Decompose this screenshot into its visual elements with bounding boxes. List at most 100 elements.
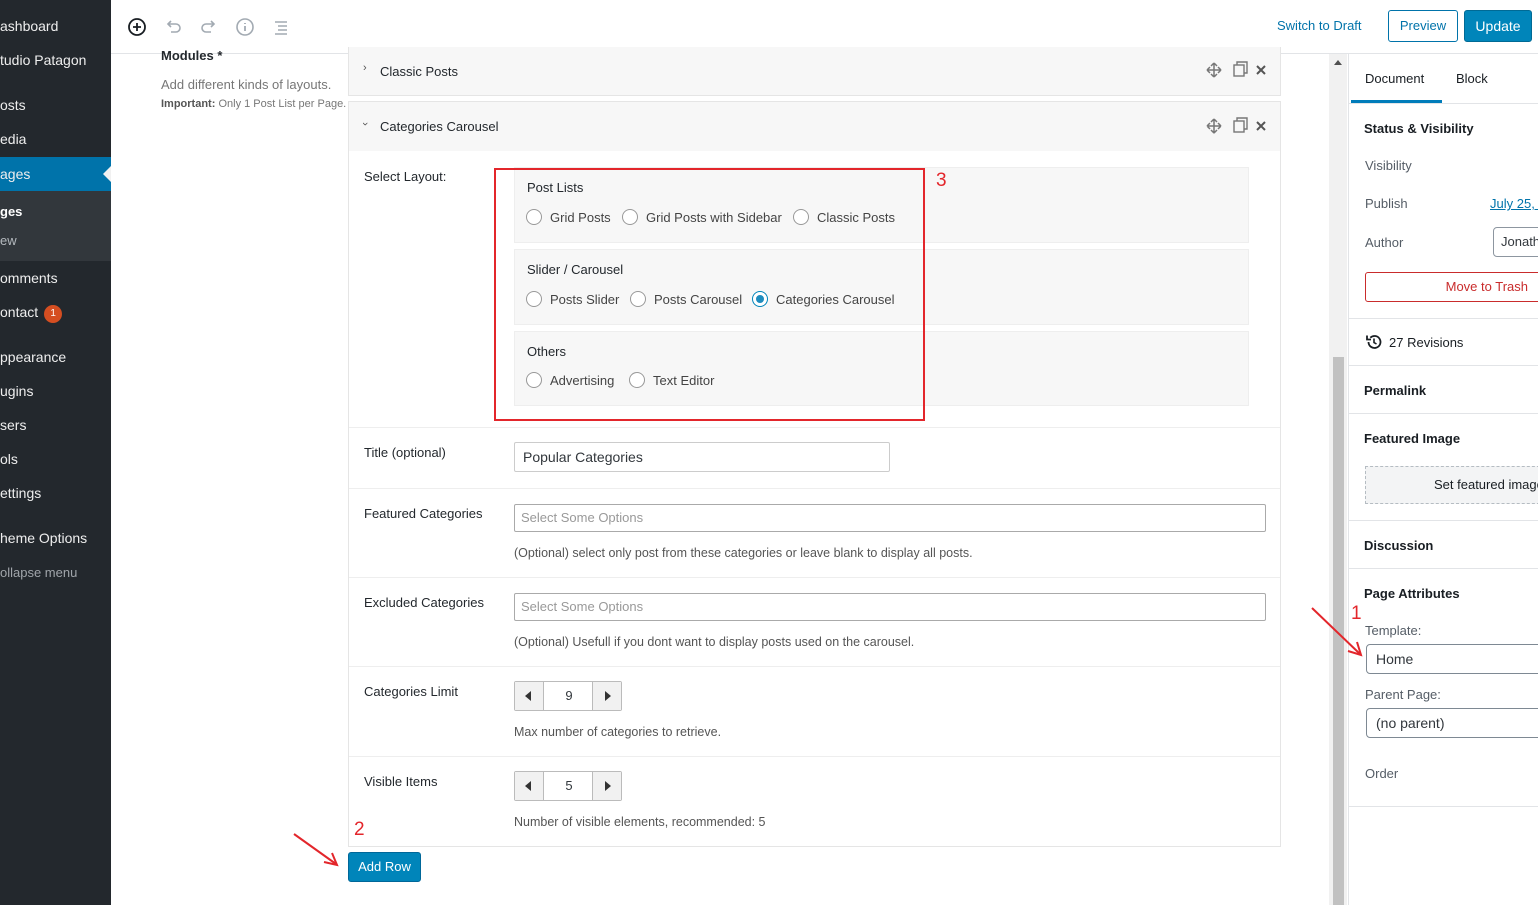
preview-button[interactable]: Preview xyxy=(1388,10,1458,42)
categories-carousel-panel-header[interactable]: › Categories Carousel xyxy=(348,101,1281,152)
admin-menu-site[interactable]: tudio Patagon xyxy=(0,52,111,68)
excluded-categories-label: Excluded Categories xyxy=(364,595,484,610)
redo-icon[interactable] xyxy=(197,15,221,39)
admin-menu-appearance[interactable]: ppearance xyxy=(0,349,111,365)
divider xyxy=(1349,318,1538,319)
add-block-icon[interactable] xyxy=(125,15,149,39)
featured-image-heading[interactable]: Featured Image xyxy=(1364,431,1460,446)
increment-button[interactable] xyxy=(592,682,621,710)
admin-menu-dashboard[interactable]: ashboard xyxy=(0,18,111,34)
add-row-button[interactable]: Add Row xyxy=(348,852,421,882)
annotation-number-3: 3 xyxy=(936,170,947,191)
caret-left-icon xyxy=(525,781,531,791)
admin-menu-label: sers xyxy=(0,417,27,433)
panel-tools xyxy=(1206,117,1266,134)
divider xyxy=(1349,103,1538,104)
title-input[interactable]: Popular Categories xyxy=(514,442,890,472)
featured-categories-help: (Optional) select only post from these c… xyxy=(514,546,973,560)
publish-date-link[interactable]: July 25, 2 xyxy=(1490,196,1538,211)
tab-block[interactable]: Block xyxy=(1456,54,1488,103)
outline-icon[interactable] xyxy=(269,15,293,39)
info-icon[interactable] xyxy=(233,15,257,39)
admin-menu-media[interactable]: edia xyxy=(0,131,111,147)
editor-scrollbar[interactable] xyxy=(1329,54,1347,905)
admin-submenu-all-pages[interactable]: ges xyxy=(0,204,111,219)
admin-menu-label: ettings xyxy=(0,485,42,501)
excluded-categories-help: (Optional) Usefull if you dont want to d… xyxy=(514,635,915,649)
caret-right-icon xyxy=(605,691,611,701)
divider xyxy=(1349,365,1538,366)
admin-menu-label: ges xyxy=(0,204,23,219)
title-label: Title (optional) xyxy=(364,445,446,460)
admin-menu-contact[interactable]: ontact 1 xyxy=(0,304,111,323)
template-select[interactable]: Home xyxy=(1366,644,1538,674)
excluded-categories-select[interactable]: Select Some Options xyxy=(514,593,1266,621)
admin-menu-label: ages xyxy=(0,166,31,182)
status-visibility-heading[interactable]: Status & Visibility xyxy=(1364,121,1474,136)
close-icon xyxy=(1256,65,1266,75)
admin-menu-collapse[interactable]: ollapse menu xyxy=(0,565,111,580)
modules-label: Modules * xyxy=(161,48,223,63)
settings-sidebar: Document Block Status & Visibility Visib… xyxy=(1348,54,1538,905)
revisions-link[interactable]: 27 Revisions xyxy=(1389,335,1463,350)
decrement-button[interactable] xyxy=(515,682,544,710)
panel-tools xyxy=(1206,61,1266,78)
author-label: Author xyxy=(1365,235,1404,250)
admin-menu-pages[interactable]: ages xyxy=(0,157,111,191)
permalink-heading[interactable]: Permalink xyxy=(1364,383,1426,398)
admin-menu-label: tudio Patagon xyxy=(0,52,87,68)
visible-items-stepper[interactable]: 5 xyxy=(514,771,622,801)
chevron-right-icon[interactable]: › xyxy=(363,62,367,74)
admin-submenu-add-new[interactable]: ew xyxy=(0,233,111,248)
move-to-trash-button[interactable]: Move to Trash xyxy=(1365,272,1538,302)
discussion-heading[interactable]: Discussion xyxy=(1364,538,1433,553)
decrement-button[interactable] xyxy=(515,772,544,800)
admin-menu-label: osts xyxy=(0,97,26,113)
chevron-down-icon[interactable]: › xyxy=(359,122,371,126)
modules-description: Add different kinds of layouts. xyxy=(161,77,332,92)
undo-icon[interactable] xyxy=(161,15,185,39)
admin-menu-plugins[interactable]: ugins xyxy=(0,383,111,399)
admin-menu-label: ontact xyxy=(0,304,39,320)
admin-menu-settings[interactable]: ettings xyxy=(0,485,111,501)
switch-to-draft-button[interactable]: Switch to Draft xyxy=(1277,18,1362,33)
divider xyxy=(349,666,1280,667)
notification-badge: 1 xyxy=(44,305,63,323)
caret-right-icon xyxy=(605,781,611,791)
set-featured-image-button[interactable]: Set featured image xyxy=(1365,466,1538,504)
categories-limit-label: Categories Limit xyxy=(364,684,458,699)
divider xyxy=(1349,520,1538,521)
important-label: Important: xyxy=(161,98,216,110)
tab-document[interactable]: Document xyxy=(1351,54,1442,103)
visible-items-help: Number of visible elements, recommended:… xyxy=(514,815,766,829)
admin-menu-label: omments xyxy=(0,270,58,286)
divider xyxy=(349,577,1280,578)
featured-categories-label: Featured Categories xyxy=(364,506,483,521)
update-button[interactable]: Update xyxy=(1464,10,1532,42)
classic-posts-panel[interactable]: › Classic Posts xyxy=(348,47,1281,96)
page-attributes-heading[interactable]: Page Attributes xyxy=(1364,586,1460,601)
order-label: Order xyxy=(1365,766,1399,781)
stepper-value[interactable]: 5 xyxy=(545,772,593,800)
parent-page-select[interactable]: (no parent) xyxy=(1366,708,1538,738)
increment-button[interactable] xyxy=(592,772,621,800)
annotation-arrow-icon xyxy=(293,833,339,867)
admin-menu-label: heme Options xyxy=(0,530,88,546)
divider xyxy=(1349,413,1538,414)
scroll-up-icon[interactable] xyxy=(1334,60,1342,65)
admin-menu-posts[interactable]: osts xyxy=(0,97,111,113)
admin-menu-comments[interactable]: omments xyxy=(0,270,111,286)
stepper-value[interactable]: 9 xyxy=(545,682,593,710)
admin-menu-theme-options[interactable]: heme Options xyxy=(0,530,111,546)
admin-menu-users[interactable]: sers xyxy=(0,417,111,433)
author-select[interactable]: Jonath xyxy=(1493,227,1538,257)
featured-categories-select[interactable]: Select Some Options xyxy=(514,504,1266,532)
move-icon xyxy=(1206,118,1222,134)
annotation-box-3 xyxy=(494,168,925,421)
panel-title: Categories Carousel xyxy=(380,119,499,134)
modules-important-note: Important: Only 1 Post List per Page. xyxy=(161,98,346,110)
divider xyxy=(349,756,1280,757)
admin-menu-tools[interactable]: ols xyxy=(0,451,111,467)
categories-carousel-panel-body: Select Layout: Post Lists Grid Posts Gri… xyxy=(348,151,1281,847)
categories-limit-stepper[interactable]: 9 xyxy=(514,681,622,711)
